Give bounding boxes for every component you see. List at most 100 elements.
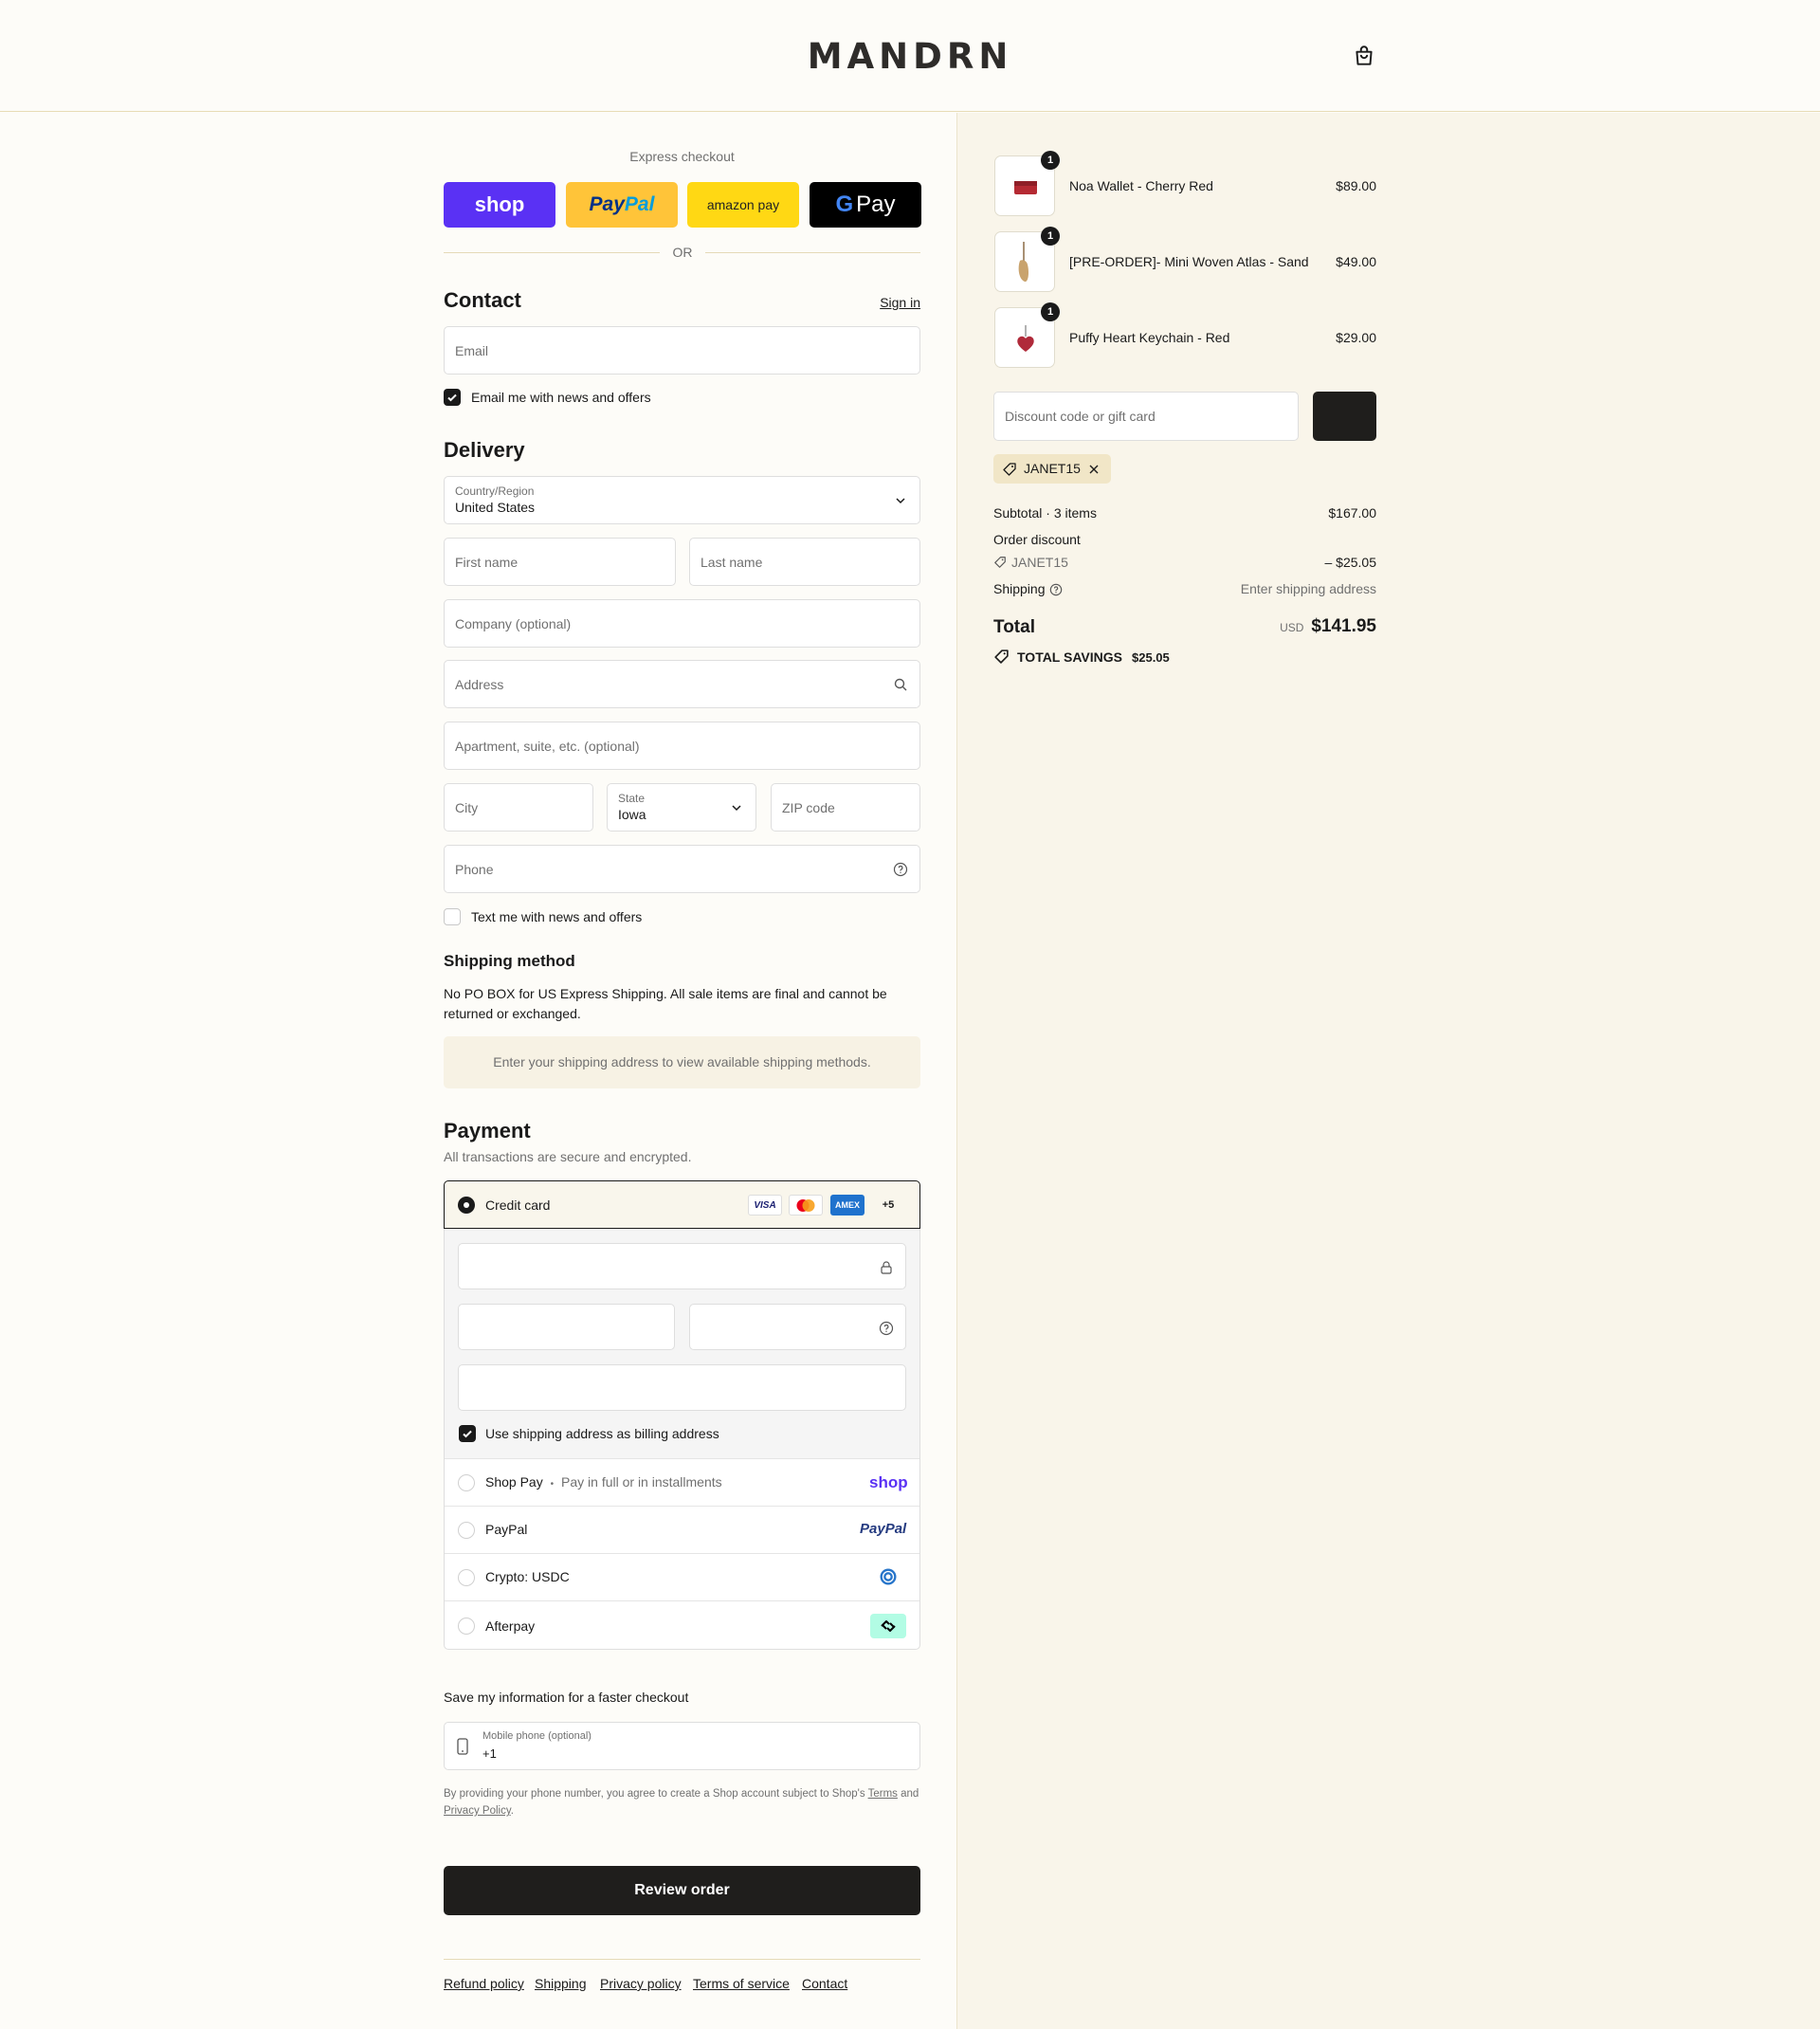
- usdc-icon: [880, 1568, 897, 1585]
- company-field[interactable]: Company (optional): [444, 599, 920, 648]
- privacy-policy-link[interactable]: Privacy Policy: [444, 1805, 511, 1817]
- credit-card-radio[interactable]: [458, 1197, 475, 1214]
- legal-and: and: [901, 1788, 919, 1800]
- checkmark-icon: [447, 393, 457, 402]
- apartment-placeholder: Apartment, suite, etc. (optional): [455, 739, 640, 754]
- afterpay-icon: [870, 1614, 906, 1638]
- visa-icon: VISA: [748, 1195, 782, 1216]
- close-icon[interactable]: [1088, 464, 1100, 475]
- applied-discount-code: JANET15: [1011, 555, 1068, 570]
- total-value: $141.95: [1311, 616, 1376, 636]
- credit-card-label: Credit card: [485, 1197, 551, 1213]
- total-value-group: USD $141.95: [1168, 616, 1376, 637]
- zip-field[interactable]: ZIP code: [771, 783, 920, 832]
- shop-pay-express-button[interactable]: shop: [444, 182, 555, 228]
- afterpay-radio[interactable]: [458, 1618, 475, 1635]
- email-news-label: Email me with news and offers: [471, 390, 651, 405]
- amazon-pay-express-button[interactable]: amazon pay: [687, 182, 799, 228]
- shop-pay-name: Shop Pay: [485, 1474, 543, 1490]
- discount-chip: JANET15: [993, 454, 1111, 484]
- card-number-field[interactable]: [458, 1243, 906, 1289]
- amex-icon: AMEX: [830, 1195, 864, 1216]
- separator-dot: •: [550, 1479, 555, 1490]
- quantity-badge: 1: [1041, 227, 1060, 246]
- order-discount-label: Order discount: [993, 532, 1081, 547]
- afterpay-label[interactable]: Afterpay: [485, 1618, 535, 1634]
- total-savings-label: TOTAL SAVINGS: [1017, 649, 1122, 665]
- state-label: State: [618, 792, 646, 805]
- paypal-express-button[interactable]: Pay Pal: [566, 182, 678, 228]
- mobile-phone-field[interactable]: Mobile phone (optional) +1: [444, 1722, 920, 1770]
- search-icon: [894, 678, 907, 691]
- header: MANDRN: [0, 0, 1820, 112]
- name-on-card-field[interactable]: [458, 1364, 906, 1411]
- last-name-field[interactable]: Last name: [689, 538, 920, 586]
- divider: [444, 1959, 920, 1960]
- sign-in-link[interactable]: Sign in: [880, 295, 920, 310]
- city-field[interactable]: City: [444, 783, 593, 832]
- review-order-button[interactable]: Review order: [444, 1866, 920, 1915]
- address-field[interactable]: Address: [444, 660, 920, 708]
- country-label: Country/Region: [455, 484, 535, 498]
- quantity-badge: 1: [1041, 151, 1060, 170]
- email-news-checkbox[interactable]: [444, 389, 461, 406]
- item-price: $89.00: [1336, 178, 1376, 193]
- paypal-label[interactable]: PayPal: [485, 1522, 527, 1537]
- chevron-down-icon: [732, 805, 741, 812]
- phone-field[interactable]: Phone: [444, 845, 920, 893]
- help-circle-icon[interactable]: [1049, 583, 1063, 596]
- shipping-policy-link[interactable]: Shipping: [535, 1976, 587, 1991]
- crypto-label[interactable]: Crypto: USDC: [485, 1569, 570, 1584]
- shopping-bag-icon[interactable]: [1352, 44, 1376, 68]
- save-info-heading: Save my information for a faster checkou…: [444, 1690, 689, 1705]
- crypto-radio[interactable]: [458, 1569, 475, 1586]
- item-price: $49.00: [1336, 254, 1376, 269]
- shop-pay-label[interactable]: Shop Pay • Pay in full or in installment…: [485, 1474, 722, 1490]
- country-select[interactable]: Country/Region United States: [444, 476, 920, 524]
- phone-placeholder: Phone: [455, 862, 494, 877]
- billing-address-label: Use shipping address as billing address: [485, 1426, 719, 1441]
- contact-heading: Contact: [444, 288, 521, 312]
- shipping-value: Enter shipping address: [1240, 581, 1376, 596]
- email-field[interactable]: Email: [444, 326, 920, 375]
- savings-tag-icon: [994, 649, 1009, 664]
- privacy-policy-footer-link[interactable]: Privacy policy: [600, 1976, 682, 1991]
- paypal-radio[interactable]: [458, 1522, 475, 1539]
- first-name-field[interactable]: First name: [444, 538, 676, 586]
- help-circle-icon[interactable]: [893, 862, 908, 877]
- apartment-field[interactable]: Apartment, suite, etc. (optional): [444, 722, 920, 770]
- terms-link[interactable]: Terms: [868, 1788, 898, 1800]
- help-circle-icon[interactable]: [879, 1321, 894, 1336]
- billing-address-checkbox[interactable]: [459, 1425, 476, 1442]
- discount-code-field[interactable]: Discount code or gift card: [993, 392, 1299, 441]
- expiration-date-field[interactable]: [458, 1304, 675, 1350]
- shop-pay-radio[interactable]: [458, 1474, 475, 1491]
- google-pay-express-button[interactable]: G Pay: [810, 182, 921, 228]
- or-divider-text: OR: [672, 245, 693, 260]
- shipping-note: No PO BOX for US Express Shipping. All s…: [444, 986, 887, 1021]
- apply-discount-button[interactable]: [1313, 392, 1376, 441]
- discount-placeholder: Discount code or gift card: [1005, 409, 1156, 424]
- shop-pay-subtitle: Pay in full or in installments: [561, 1474, 722, 1490]
- terms-of-service-link[interactable]: Terms of service: [693, 1976, 790, 1991]
- subtotal-value: $167.00: [1328, 505, 1376, 521]
- discount-value: – $25.05: [1324, 555, 1377, 570]
- text-news-label: Text me with news and offers: [471, 909, 643, 924]
- address-placeholder: Address: [455, 677, 504, 692]
- contact-link[interactable]: Contact: [802, 1976, 847, 1991]
- legal-period: .: [510, 1805, 514, 1817]
- security-code-field[interactable]: [689, 1304, 906, 1350]
- text-news-checkbox[interactable]: [444, 908, 461, 925]
- lock-icon: [881, 1261, 892, 1274]
- refund-policy-link[interactable]: Refund policy: [444, 1976, 524, 1991]
- brand-logo[interactable]: MANDRN: [0, 36, 1820, 77]
- legal-text: By providing your phone number, you agre…: [444, 1785, 920, 1819]
- total-label: Total: [993, 617, 1035, 637]
- divider: [445, 1553, 919, 1554]
- express-checkout-title: Express checkout: [629, 149, 735, 164]
- mastercard-icon: [789, 1195, 823, 1216]
- state-select[interactable]: State Iowa: [607, 783, 756, 832]
- divider: [445, 1600, 919, 1601]
- more-cards-badge: +5: [882, 1199, 895, 1211]
- checkmark-icon: [463, 1430, 472, 1438]
